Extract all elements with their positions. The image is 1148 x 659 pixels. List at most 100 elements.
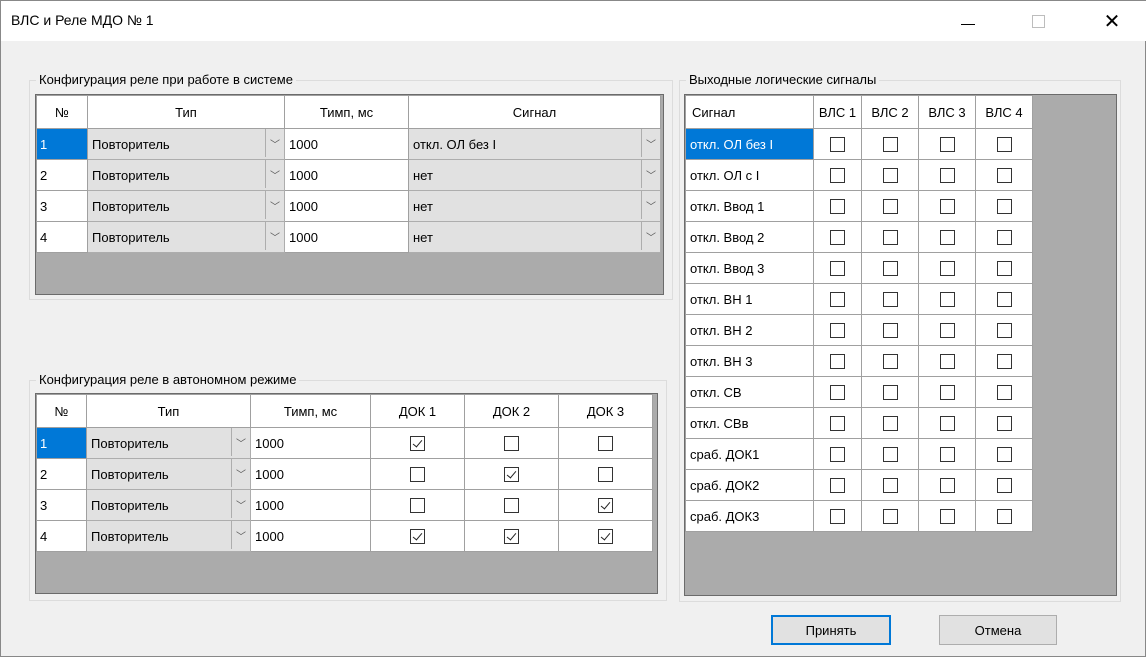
- dok1-checkbox[interactable]: [410, 529, 425, 545]
- vls2-checkbox[interactable]: [882, 199, 898, 215]
- vls3-checkbox[interactable]: [939, 292, 955, 308]
- signal-label[interactable]: откл. СВв: [685, 407, 814, 439]
- row-number[interactable]: 2: [36, 458, 87, 490]
- time-cell[interactable]: 1000: [250, 427, 371, 459]
- signal-combo[interactable]: нет ﹀: [408, 159, 661, 191]
- close-button[interactable]: ✕: [1089, 1, 1135, 41]
- vls2-checkbox[interactable]: [882, 385, 898, 401]
- vls2-checkbox[interactable]: [882, 354, 898, 370]
- vls4-checkbox[interactable]: [996, 416, 1012, 432]
- chevron-down-icon[interactable]: ﹀: [231, 490, 250, 518]
- vls2-checkbox[interactable]: [882, 323, 898, 339]
- signal-combo[interactable]: нет ﹀: [408, 190, 661, 222]
- vls4-checkbox[interactable]: [996, 199, 1012, 215]
- vls3-checkbox[interactable]: [939, 323, 955, 339]
- vls4-checkbox[interactable]: [996, 168, 1012, 184]
- vls3-checkbox[interactable]: [939, 478, 955, 494]
- chevron-down-icon[interactable]: ﹀: [265, 129, 284, 157]
- vls4-checkbox[interactable]: [996, 509, 1012, 525]
- dok2-checkbox[interactable]: [504, 436, 519, 452]
- vls3-checkbox[interactable]: [939, 261, 955, 277]
- vls1-checkbox[interactable]: [830, 261, 845, 277]
- vls2-checkbox[interactable]: [882, 292, 898, 308]
- vls2-checkbox[interactable]: [882, 478, 898, 494]
- signal-label[interactable]: откл. ОЛ с I: [685, 159, 814, 191]
- signal-label[interactable]: откл. ВН 2: [685, 314, 814, 346]
- time-cell[interactable]: 1000: [250, 489, 371, 521]
- type-combo[interactable]: Повторитель ﹀: [86, 489, 251, 521]
- dok3-checkbox[interactable]: [598, 529, 613, 545]
- vls3-checkbox[interactable]: [939, 230, 955, 246]
- vls2-checkbox[interactable]: [882, 416, 898, 432]
- chevron-down-icon[interactable]: ﹀: [231, 521, 250, 549]
- vls4-checkbox[interactable]: [996, 292, 1012, 308]
- signal-combo[interactable]: нет ﹀: [408, 221, 661, 253]
- type-combo[interactable]: Повторитель ﹀: [87, 128, 285, 160]
- vls3-checkbox[interactable]: [939, 416, 955, 432]
- vls3-checkbox[interactable]: [939, 447, 955, 463]
- dok3-checkbox[interactable]: [598, 436, 613, 452]
- signal-label[interactable]: сраб. ДОК2: [685, 469, 814, 501]
- vls2-checkbox[interactable]: [882, 509, 898, 525]
- signal-label[interactable]: откл. Ввод 2: [685, 221, 814, 253]
- chevron-down-icon[interactable]: ﹀: [641, 222, 660, 250]
- vls1-checkbox[interactable]: [830, 137, 845, 153]
- type-combo[interactable]: Повторитель ﹀: [87, 159, 285, 191]
- vls1-checkbox[interactable]: [830, 509, 845, 525]
- vls3-checkbox[interactable]: [939, 199, 955, 215]
- signal-label[interactable]: сраб. ДОК3: [685, 500, 814, 532]
- dok3-checkbox[interactable]: [598, 467, 613, 483]
- chevron-down-icon[interactable]: ﹀: [641, 191, 660, 219]
- vls4-checkbox[interactable]: [996, 354, 1012, 370]
- vls1-checkbox[interactable]: [830, 385, 845, 401]
- chevron-down-icon[interactable]: ﹀: [231, 459, 250, 487]
- signal-label[interactable]: сраб. ДОК1: [685, 438, 814, 470]
- vls1-checkbox[interactable]: [830, 416, 845, 432]
- type-combo[interactable]: Повторитель ﹀: [86, 427, 251, 459]
- row-number[interactable]: 1: [36, 427, 87, 459]
- signal-label[interactable]: откл. ВН 3: [685, 345, 814, 377]
- time-cell[interactable]: 1000: [284, 221, 409, 253]
- row-number[interactable]: 2: [36, 159, 88, 191]
- vls3-checkbox[interactable]: [939, 168, 955, 184]
- vls3-checkbox[interactable]: [939, 385, 955, 401]
- vls1-checkbox[interactable]: [830, 478, 845, 494]
- vls4-checkbox[interactable]: [996, 447, 1012, 463]
- vls4-checkbox[interactable]: [996, 323, 1012, 339]
- vls1-checkbox[interactable]: [830, 447, 845, 463]
- vls2-checkbox[interactable]: [882, 168, 898, 184]
- vls4-checkbox[interactable]: [996, 478, 1012, 494]
- time-cell[interactable]: 1000: [284, 159, 409, 191]
- dok2-checkbox[interactable]: [504, 467, 519, 483]
- time-cell[interactable]: 1000: [284, 190, 409, 222]
- row-number[interactable]: 4: [36, 221, 88, 253]
- minimize-button[interactable]: [945, 1, 991, 41]
- vls1-checkbox[interactable]: [830, 292, 845, 308]
- row-number[interactable]: 3: [36, 190, 88, 222]
- vls4-checkbox[interactable]: [996, 385, 1012, 401]
- vls2-checkbox[interactable]: [882, 261, 898, 277]
- chevron-down-icon[interactable]: ﹀: [231, 428, 250, 456]
- type-combo[interactable]: Повторитель ﹀: [87, 190, 285, 222]
- time-cell[interactable]: 1000: [250, 520, 371, 552]
- row-number[interactable]: 3: [36, 489, 87, 521]
- signal-label[interactable]: откл. Ввод 3: [685, 252, 814, 284]
- vls4-checkbox[interactable]: [996, 230, 1012, 246]
- type-combo[interactable]: Повторитель ﹀: [87, 221, 285, 253]
- signal-label[interactable]: откл. ВН 1: [685, 283, 814, 315]
- vls1-checkbox[interactable]: [830, 199, 845, 215]
- vls2-checkbox[interactable]: [882, 137, 898, 153]
- dok1-checkbox[interactable]: [410, 436, 425, 452]
- signal-label[interactable]: откл. ОЛ без I: [685, 128, 814, 160]
- vls4-checkbox[interactable]: [996, 137, 1012, 153]
- vls1-checkbox[interactable]: [830, 323, 845, 339]
- dok2-checkbox[interactable]: [504, 529, 519, 545]
- dok1-checkbox[interactable]: [410, 467, 425, 483]
- chevron-down-icon[interactable]: ﹀: [641, 129, 660, 157]
- chevron-down-icon[interactable]: ﹀: [265, 222, 284, 250]
- accept-button[interactable]: Принять: [771, 615, 891, 645]
- signal-label[interactable]: откл. СВ: [685, 376, 814, 408]
- type-combo[interactable]: Повторитель ﹀: [86, 458, 251, 490]
- dok3-checkbox[interactable]: [598, 498, 613, 514]
- cancel-button[interactable]: Отмена: [939, 615, 1057, 645]
